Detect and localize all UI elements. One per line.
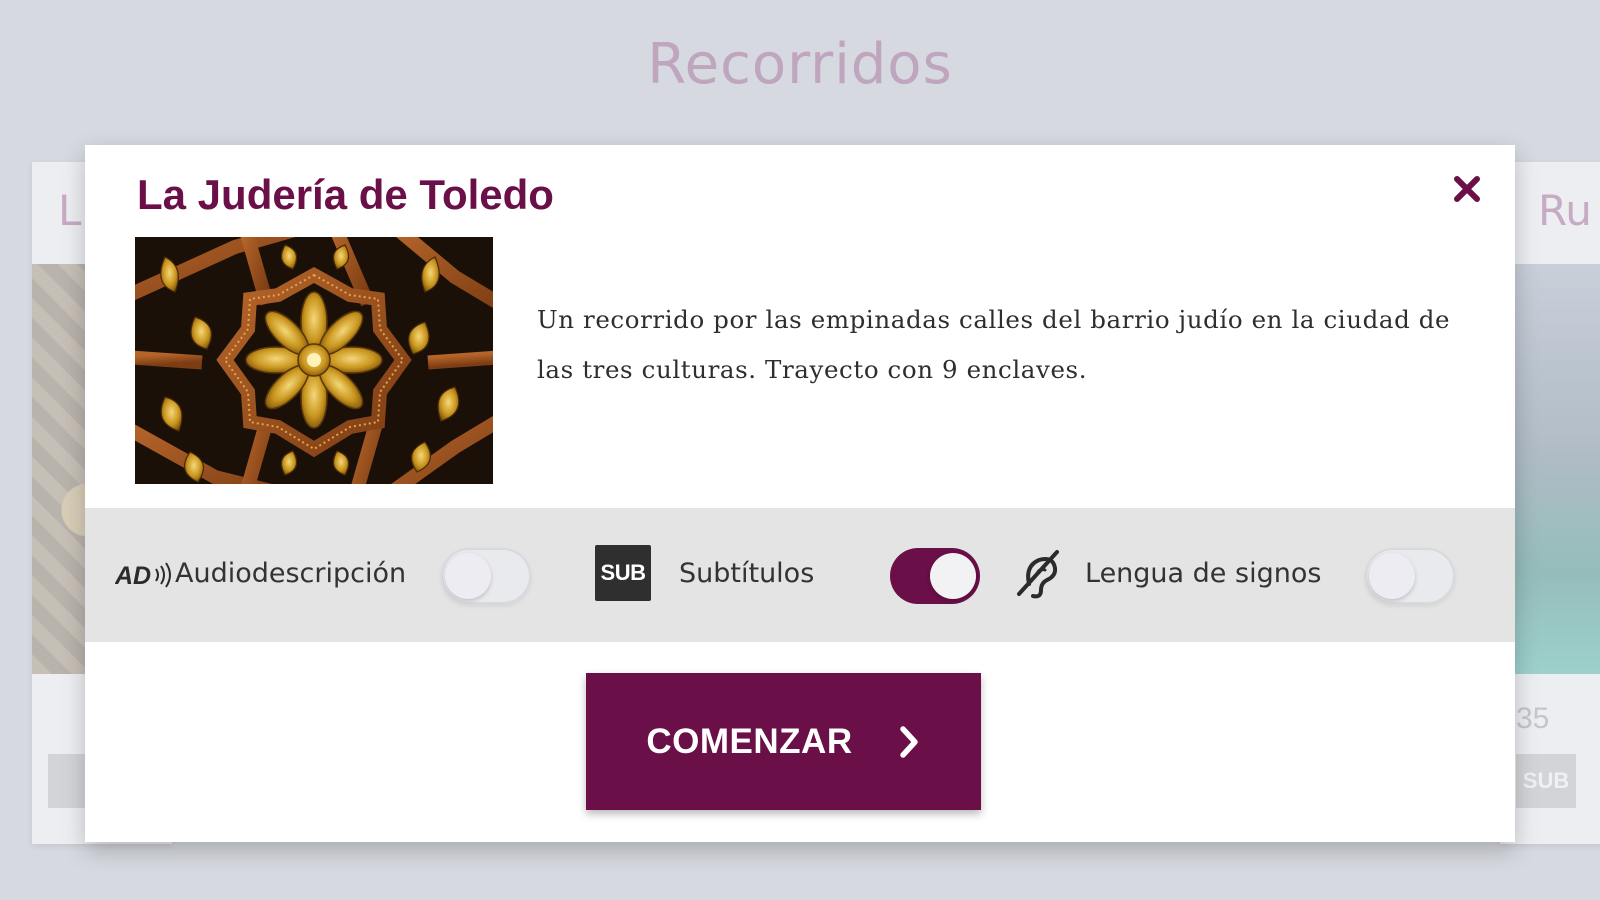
subtitles-icon: SUB bbox=[595, 545, 651, 601]
accessibility-options-bar: AD Audiodescripción SUB Subtítulos Lengu… bbox=[85, 508, 1515, 642]
subtitles-label: Subtítulos bbox=[679, 558, 815, 589]
audio-description-icon: AD bbox=[114, 560, 173, 590]
tour-detail-modal: La Judería de Toledo Un recorrido por la… bbox=[85, 145, 1515, 842]
start-button[interactable]: COMENZAR bbox=[586, 673, 981, 810]
background-card-meta: 35 bbox=[1516, 702, 1550, 735]
sign-language-icon bbox=[1013, 546, 1063, 600]
start-button-label: COMENZAR bbox=[646, 721, 853, 761]
sign-language-toggle[interactable] bbox=[1365, 548, 1455, 604]
background-card-sub-badge: SUB bbox=[1516, 754, 1576, 808]
background-card-title: Ru bbox=[1538, 186, 1592, 235]
background-card-image bbox=[1500, 264, 1600, 674]
page-title: Recorridos bbox=[647, 32, 953, 97]
toggle-knob bbox=[930, 553, 976, 599]
mudejar-ceiling-pattern bbox=[135, 237, 493, 484]
tour-image bbox=[135, 237, 493, 484]
tour-description: Un recorrido por las empinadas calles de… bbox=[537, 305, 1451, 384]
chevron-right-icon bbox=[897, 725, 921, 759]
sign-language-label: Lengua de signos bbox=[1085, 558, 1322, 589]
toggle-knob bbox=[1369, 553, 1415, 599]
background-card-title: L bbox=[58, 186, 82, 235]
subtitles-toggle[interactable] bbox=[890, 548, 980, 604]
svg-text:AD: AD bbox=[115, 562, 151, 590]
close-button[interactable] bbox=[1449, 171, 1485, 207]
audio-description-toggle[interactable] bbox=[441, 548, 531, 604]
background-tour-card-right[interactable]: Ru 35 SUB bbox=[1500, 162, 1600, 844]
audio-description-label: Audiodescripción bbox=[175, 558, 407, 589]
close-icon bbox=[1454, 176, 1480, 202]
modal-title: La Judería de Toledo bbox=[137, 171, 554, 218]
toggle-knob bbox=[445, 553, 491, 599]
